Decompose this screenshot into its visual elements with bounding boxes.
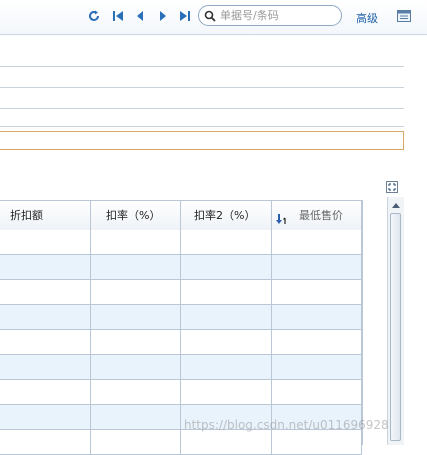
column-header-label: 折扣额 <box>10 209 43 222</box>
form-row-divider <box>0 66 404 67</box>
refresh-icon[interactable] <box>86 8 102 24</box>
table-cell[interactable] <box>91 430 181 454</box>
table-row[interactable] <box>0 355 362 380</box>
table-cell[interactable] <box>272 330 362 354</box>
toolbar: 高级 <box>0 0 427 35</box>
table-cell[interactable] <box>181 255 272 279</box>
table-cell[interactable] <box>272 230 362 254</box>
column-header-label: 扣率（%） <box>106 209 161 222</box>
table-cell[interactable] <box>272 280 362 304</box>
table-cell[interactable] <box>272 255 362 279</box>
vertical-scrollbar[interactable] <box>387 197 404 445</box>
table-cell[interactable] <box>272 430 362 454</box>
table-cell[interactable] <box>0 305 91 329</box>
column-header-discount-amount[interactable]: 折扣额 <box>0 201 91 230</box>
table-cell[interactable] <box>91 330 181 354</box>
table-cell[interactable] <box>91 405 181 429</box>
column-header-discount-rate-2[interactable]: 扣率2（%） <box>181 201 272 230</box>
table-cell[interactable] <box>0 380 91 404</box>
next-record-icon[interactable] <box>155 8 171 24</box>
table-cell[interactable] <box>181 430 272 454</box>
table-row[interactable] <box>0 230 362 255</box>
table-row[interactable] <box>0 255 362 280</box>
table-cell[interactable] <box>0 330 91 354</box>
form-row-divider <box>0 87 404 88</box>
table-cell[interactable] <box>272 305 362 329</box>
scroll-up-arrow-icon[interactable] <box>390 199 402 211</box>
watermark: https://blog.csdn.net/u011696928 <box>184 418 389 432</box>
table-row[interactable] <box>0 280 362 305</box>
table-cell[interactable] <box>0 255 91 279</box>
table-cell[interactable] <box>181 355 272 379</box>
column-header-discount-rate[interactable]: 扣率（%） <box>91 201 181 230</box>
panel-icon[interactable] <box>396 8 412 24</box>
table-cell[interactable] <box>272 380 362 404</box>
table-cell[interactable] <box>91 355 181 379</box>
table-cell[interactable] <box>181 305 272 329</box>
table-cell[interactable] <box>272 355 362 379</box>
table-cell[interactable] <box>181 230 272 254</box>
table-cell[interactable] <box>0 355 91 379</box>
table-cell[interactable] <box>0 280 91 304</box>
search-icon <box>202 8 218 24</box>
table-cell[interactable] <box>91 280 181 304</box>
table-cell[interactable] <box>91 380 181 404</box>
search-input[interactable] <box>218 9 338 22</box>
table-row[interactable] <box>0 380 362 405</box>
table-cell[interactable] <box>181 330 272 354</box>
sort-descending-icon[interactable] <box>275 209 289 224</box>
last-record-icon[interactable] <box>177 8 193 24</box>
table-row[interactable] <box>0 305 362 330</box>
column-header-label: 扣率2（%） <box>194 209 256 222</box>
table-cell[interactable] <box>0 405 91 429</box>
grid-right-border <box>362 200 363 445</box>
table-row[interactable] <box>0 330 362 355</box>
form-row-divider <box>0 108 404 109</box>
column-header-label: 最低售价 <box>299 209 343 222</box>
table-row[interactable] <box>0 430 362 455</box>
table-cell[interactable] <box>91 305 181 329</box>
search-box[interactable] <box>198 5 342 26</box>
expand-icon[interactable] <box>386 181 398 193</box>
table-cell[interactable] <box>91 230 181 254</box>
first-record-icon[interactable] <box>110 8 126 24</box>
scrollbar-thumb[interactable] <box>390 213 401 441</box>
advanced-search-link[interactable]: 高级 <box>356 10 378 26</box>
table-cell[interactable] <box>181 280 272 304</box>
column-header-min-price[interactable]: 最低售价 <box>272 201 362 230</box>
remarks-field[interactable] <box>0 131 404 150</box>
form-row-divider <box>0 126 404 127</box>
table-cell[interactable] <box>91 255 181 279</box>
grid-header: 折扣额 扣率（%） 扣率2（%） 最低售价 <box>0 200 362 231</box>
table-cell[interactable] <box>181 380 272 404</box>
table-cell[interactable] <box>0 430 91 454</box>
table-cell[interactable] <box>0 230 91 254</box>
previous-record-icon[interactable] <box>132 8 148 24</box>
